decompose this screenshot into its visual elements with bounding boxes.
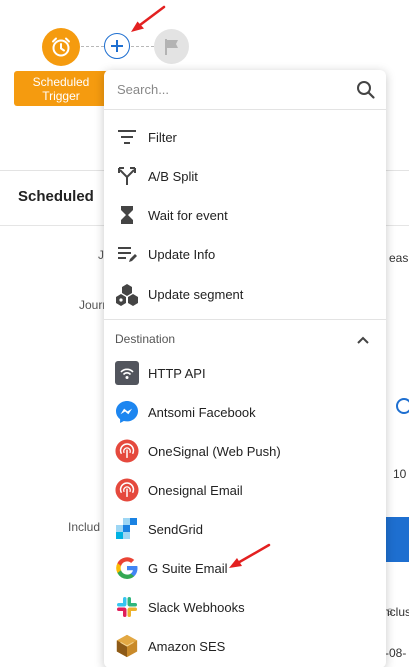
sendgrid-icon (115, 517, 139, 541)
menu-item-label: HTTP API (148, 365, 206, 381)
menu-item-label: Slack Webhooks (148, 599, 245, 615)
radio-button[interactable] (396, 398, 409, 414)
menu-item-label: Antsomi Facebook (148, 404, 256, 420)
hourglass-icon (115, 203, 139, 227)
menu-item-wait-for-event[interactable]: Wait for event (104, 197, 386, 233)
slack-icon (115, 595, 139, 619)
menu-item-label: Update Info (148, 246, 216, 262)
end-node[interactable] (154, 29, 189, 64)
menu-item-label: Update segment (148, 286, 244, 302)
field-label: Includ (68, 520, 101, 534)
messenger-icon (115, 400, 139, 424)
menu-item-update-info[interactable]: Update Info (104, 236, 386, 272)
field-value: 10 (393, 467, 407, 481)
onesignal-icon (115, 478, 139, 502)
search-input[interactable] (117, 82, 337, 97)
edit-list-icon (115, 242, 139, 266)
connector-line (81, 46, 104, 47)
search-icon[interactable] (356, 80, 376, 100)
plus-icon (111, 40, 123, 52)
menu-item-onesignal-web-push[interactable]: OneSignal (Web Push) (104, 433, 386, 469)
add-node-button[interactable] (104, 33, 130, 59)
field-value: easu (389, 251, 409, 265)
amazon-ses-icon (115, 634, 139, 658)
alarm-clock-icon (52, 37, 70, 57)
http-api-icon (115, 361, 139, 385)
menu-item-onesignal-email[interactable]: Onesignal Email (104, 472, 386, 508)
segment-icon (115, 282, 139, 306)
menu-item-slack-webhooks[interactable]: Slack Webhooks (104, 589, 386, 625)
menu-item-http-api[interactable]: HTTP API (104, 355, 386, 391)
menu-item-label: Filter (148, 129, 177, 145)
menu-item-label: Onesignal Email (148, 482, 243, 498)
menu-item-filter[interactable]: Filter (104, 119, 386, 155)
destination-section-header: Destination (115, 332, 176, 346)
field-value: nclusi (383, 605, 409, 619)
menu-item-label: OneSignal (Web Push) (148, 443, 281, 459)
onesignal-icon (115, 439, 139, 463)
split-icon (115, 164, 139, 188)
trigger-label[interactable]: Scheduled Trigger (14, 71, 108, 106)
menu-item-label: G Suite Email (148, 560, 228, 576)
filter-icon (115, 125, 139, 149)
menu-item-update-segment[interactable]: Update segment (104, 276, 386, 312)
chevron-up-icon[interactable] (356, 333, 370, 347)
menu-item-label: A/B Split (148, 168, 198, 184)
add-node-dropdown: Filter A/B Split Wait for event (104, 70, 386, 667)
panel-title: Scheduled (18, 188, 94, 205)
annotation-arrow-icon (131, 5, 166, 32)
field-value: -08- (385, 646, 407, 660)
menu-item-amazon-ses[interactable]: Amazon SES (104, 628, 386, 664)
trigger-node[interactable] (42, 28, 80, 66)
menu-item-label: SendGrid (148, 521, 203, 537)
annotation-arrow-icon (229, 543, 271, 568)
menu-item-label: Amazon SES (148, 638, 226, 654)
menu-item-ab-split[interactable]: A/B Split (104, 158, 386, 194)
journey-editor: Scheduled Trigger Scheduled Ju Journ Inc… (0, 0, 409, 667)
flag-icon (164, 38, 178, 55)
google-icon (115, 556, 139, 580)
connector-line (131, 46, 154, 47)
menu-divider (104, 319, 386, 320)
search-bar (104, 70, 386, 110)
primary-button[interactable] (385, 517, 409, 562)
menu-item-antsomi-facebook[interactable]: Antsomi Facebook (104, 394, 386, 430)
menu-item-label: Wait for event (148, 207, 228, 223)
